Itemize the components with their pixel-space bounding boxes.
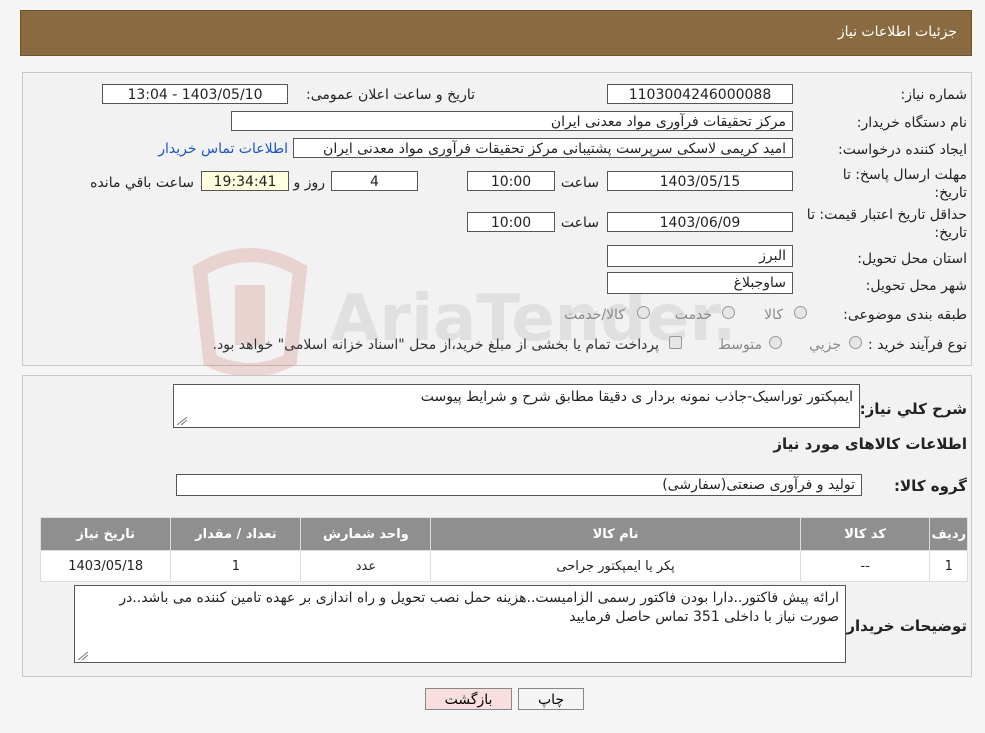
validity-label-2: تاریخ: [934,225,967,241]
page-title: جزئیات اطلاعات نیاز [837,24,957,40]
cell-qty: 1 [170,550,302,582]
col-row: ردیف [929,517,968,551]
cell-unit: عدد [300,550,432,582]
col-date: تاریخ نیاز [39,517,172,551]
cell-date: 1403/05/18 [39,550,172,582]
cell-name: پکر یا ایمپکتور جراحی [430,550,801,582]
process-radio-medium[interactable] [769,336,782,349]
days-field[interactable]: 4 [331,171,418,191]
goods-group-field[interactable]: تولید و فرآوری صنعتی(سفارشی) [176,474,862,496]
days-label: روز و [293,175,326,191]
resize-grip-icon[interactable] [78,652,88,660]
buyer-notes-label: توضیحات خریدار: [840,617,967,635]
validity-time-field[interactable]: 10:00 [467,212,555,232]
back-button[interactable]: بازگشت [425,688,512,710]
validity-date-field[interactable]: 1403/06/09 [607,212,793,232]
deadline-label: مهلت ارسال پاسخ: تا [842,167,967,183]
col-unit: واحد شمارش [300,517,432,551]
category-radio-service[interactable] [722,306,735,319]
buyer-org-label: نام دستگاه خریدار: [856,115,967,131]
validity-label: حداقل تاریخ اعتبار قیمت: تا [806,207,967,223]
goods-group-label: گروه کالا: [894,477,967,495]
description-text: ایمپکتور توراسیک-جاذب نمونه بردار ی دقیق… [420,389,853,405]
category-option-goods: کالا [764,307,783,323]
deadline-time-label: ساعت [560,175,599,191]
buyer-notes-text: ارائه پیش فاکتور..دارا بودن فاکتور رسمی … [119,590,839,625]
goods-table-header: ردیف کد کالا نام کالا واحد شمارش تعداد /… [39,517,968,551]
province-label: استان محل تحویل: [857,251,967,267]
need-number-label: شماره نیاز: [900,87,968,103]
cell-code: -- [799,550,931,582]
province-field[interactable]: البرز [607,245,793,267]
creator-label: ایجاد کننده درخواست: [838,142,967,158]
need-number-field[interactable]: 1103004246000088 [607,84,793,104]
process-radio-minor[interactable] [849,336,862,349]
category-radio-goods-service[interactable] [637,306,650,319]
process-option-medium: متوسط [718,337,762,353]
treasury-checkbox[interactable] [669,336,682,349]
creator-field[interactable]: امید کریمی لاسکی سرپرست پشتیبانی مرکز تح… [293,138,793,158]
city-label: شهر محل تحویل: [865,278,967,294]
buyer-notes-textarea[interactable]: ارائه پیش فاکتور..دارا بودن فاکتور رسمی … [74,585,846,663]
print-button[interactable]: چاپ [518,688,584,710]
col-qty: تعداد / مقدار [170,517,302,551]
validity-time-label: ساعت [560,215,599,231]
col-name: نام کالا [430,517,801,551]
cell-row: 1 [929,550,968,582]
category-radio-goods[interactable] [794,306,807,319]
resize-grip-icon[interactable] [177,417,187,425]
deadline-time-field[interactable]: 10:00 [467,171,555,191]
goods-section-title: اطلاعات کالاهای مورد نیاز [773,435,967,453]
announce-label: تاریخ و ساعت اعلان عمومی: [306,87,475,103]
description-textarea[interactable]: ایمپکتور توراسیک-جاذب نمونه بردار ی دقیق… [173,384,860,428]
deadline-date-field[interactable]: 1403/05/15 [607,171,793,191]
category-option-goods-service: کالا/خدمت [564,307,625,323]
page-header: جزئیات اطلاعات نیاز [20,10,972,56]
col-code: کد کالا [799,517,931,551]
announce-field[interactable]: 1403/05/10 - 13:04 [102,84,288,104]
category-label: طبقه بندی موضوعی: [843,307,967,323]
deadline-label-2: تاریخ: [934,185,967,201]
buyer-org-field[interactable]: مرکز تحقیقات فرآوری مواد معدنی ایران [231,111,793,131]
goods-table: ردیف کد کالا نام کالا واحد شمارش تعداد /… [39,517,968,582]
process-option-minor: جزيي [809,337,841,353]
description-label: شرح كلي نياز: [859,400,967,418]
remaining-time-field: 19:34:41 [201,171,289,191]
remaining-label: ساعت باقي مانده [90,175,194,191]
contact-buyer-link[interactable]: اطلاعات تماس خریدار [158,141,288,157]
process-note: پرداخت تمام یا بخشی از مبلغ خرید،از محل … [212,337,659,353]
city-field[interactable]: ساوجبلاغ [607,272,793,294]
category-option-service: خدمت [674,307,712,323]
process-label: نوع فرآیند خرید : [868,337,967,353]
table-row[interactable]: 1 -- پکر یا ایمپکتور جراحی عدد 1 1403/05… [39,550,968,582]
